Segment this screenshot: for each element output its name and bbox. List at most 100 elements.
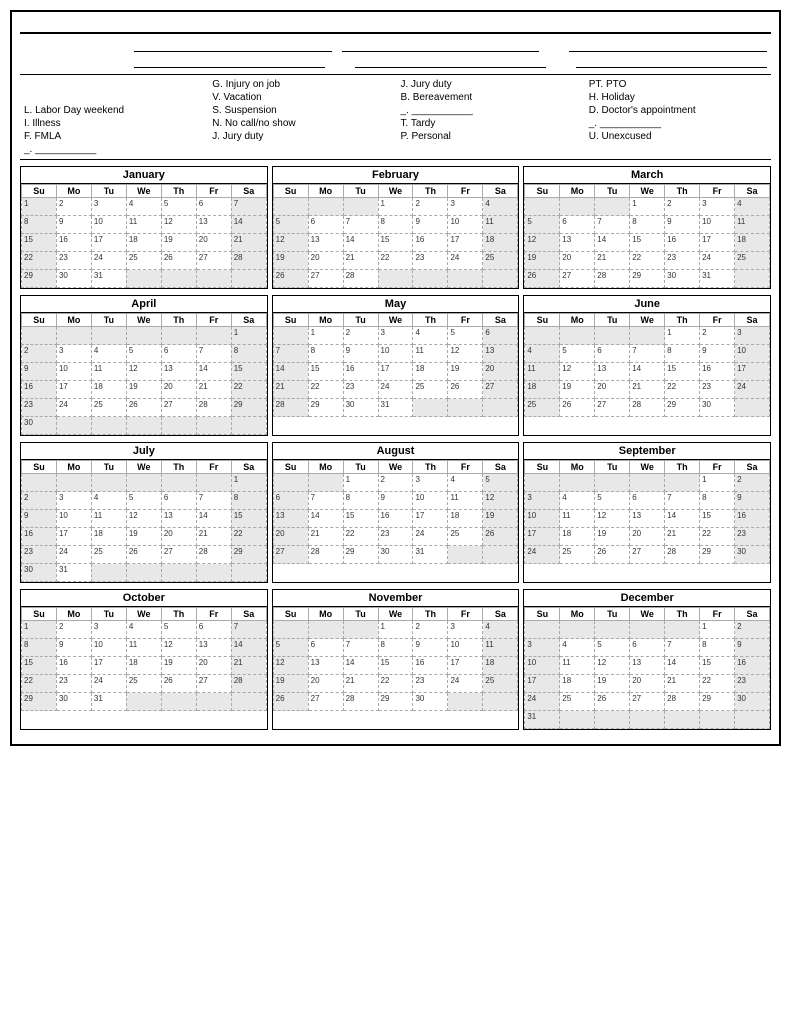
cal-cell[interactable]: 7 <box>231 198 266 216</box>
cal-cell[interactable]: 11 <box>91 363 126 381</box>
cal-cell[interactable]: 11 <box>560 510 595 528</box>
cal-cell[interactable]: 8 <box>22 639 57 657</box>
cal-cell[interactable]: 4 <box>483 198 518 216</box>
cal-cell[interactable]: 30 <box>22 564 57 582</box>
cal-cell[interactable]: 6 <box>196 198 231 216</box>
cal-cell[interactable]: 30 <box>735 546 770 564</box>
cal-cell[interactable]: 6 <box>483 327 518 345</box>
cal-cell[interactable]: 13 <box>630 657 665 675</box>
cal-cell[interactable]: 22 <box>231 381 266 399</box>
cal-cell[interactable] <box>735 399 770 417</box>
cal-cell[interactable]: 7 <box>665 492 700 510</box>
cal-cell[interactable]: 18 <box>483 234 518 252</box>
cal-cell[interactable]: 19 <box>161 657 196 675</box>
cal-cell[interactable]: 16 <box>413 234 448 252</box>
cal-cell[interactable] <box>413 399 448 417</box>
cal-cell[interactable]: 1 <box>700 621 735 639</box>
cal-cell[interactable]: 31 <box>91 270 126 288</box>
cal-cell[interactable]: 10 <box>91 216 126 234</box>
cal-cell[interactable] <box>595 621 630 639</box>
cal-cell[interactable]: 20 <box>161 381 196 399</box>
cal-cell[interactable]: 20 <box>595 381 630 399</box>
cal-cell[interactable]: 11 <box>126 216 161 234</box>
cal-cell[interactable]: 15 <box>378 234 413 252</box>
cal-cell[interactable]: 14 <box>196 363 231 381</box>
cal-cell[interactable]: 30 <box>665 270 700 288</box>
cal-cell[interactable]: 12 <box>595 510 630 528</box>
cal-cell[interactable]: 9 <box>378 492 413 510</box>
cal-cell[interactable] <box>196 327 231 345</box>
cal-cell[interactable]: 5 <box>273 639 308 657</box>
cal-cell[interactable]: 29 <box>630 270 665 288</box>
cal-cell[interactable] <box>665 711 700 729</box>
cal-cell[interactable]: 19 <box>161 234 196 252</box>
cal-cell[interactable]: 12 <box>161 216 196 234</box>
cal-cell[interactable]: 21 <box>196 381 231 399</box>
cal-cell[interactable]: 11 <box>525 363 560 381</box>
cal-cell[interactable] <box>91 327 126 345</box>
cal-cell[interactable]: 6 <box>196 621 231 639</box>
cal-cell[interactable] <box>161 474 196 492</box>
cal-cell[interactable]: 28 <box>273 399 308 417</box>
cal-cell[interactable]: 16 <box>378 510 413 528</box>
cal-cell[interactable]: 22 <box>378 675 413 693</box>
cal-cell[interactable]: 11 <box>483 216 518 234</box>
cal-cell[interactable]: 11 <box>91 510 126 528</box>
employee-name-field[interactable] <box>134 40 332 52</box>
cal-cell[interactable]: 5 <box>595 492 630 510</box>
cal-cell[interactable]: 14 <box>343 234 378 252</box>
cal-cell[interactable]: 26 <box>126 399 161 417</box>
cal-cell[interactable]: 11 <box>735 216 770 234</box>
cal-cell[interactable]: 10 <box>700 216 735 234</box>
cal-cell[interactable]: 31 <box>378 399 413 417</box>
cal-cell[interactable]: 31 <box>525 711 560 729</box>
cal-cell[interactable]: 16 <box>413 657 448 675</box>
cal-cell[interactable]: 23 <box>735 528 770 546</box>
cal-cell[interactable]: 15 <box>308 363 343 381</box>
cal-cell[interactable]: 2 <box>22 492 57 510</box>
cal-cell[interactable]: 12 <box>525 234 560 252</box>
cal-cell[interactable]: 1 <box>700 474 735 492</box>
cal-cell[interactable]: 9 <box>56 216 91 234</box>
cal-cell[interactable]: 2 <box>56 621 91 639</box>
cal-cell[interactable]: 6 <box>308 639 343 657</box>
cal-cell[interactable]: 29 <box>231 399 266 417</box>
cal-cell[interactable]: 16 <box>56 657 91 675</box>
cal-cell[interactable]: 21 <box>231 657 266 675</box>
cal-cell[interactable]: 28 <box>308 546 343 564</box>
cal-cell[interactable]: 25 <box>483 675 518 693</box>
cal-cell[interactable] <box>378 270 413 288</box>
cal-cell[interactable]: 5 <box>273 216 308 234</box>
cal-cell[interactable]: 22 <box>378 252 413 270</box>
cal-cell[interactable] <box>560 474 595 492</box>
cal-cell[interactable]: 30 <box>700 399 735 417</box>
cal-cell[interactable]: 10 <box>448 639 483 657</box>
cal-cell[interactable]: 6 <box>630 492 665 510</box>
cal-cell[interactable]: 20 <box>308 252 343 270</box>
cal-cell[interactable]: 15 <box>700 657 735 675</box>
cal-cell[interactable]: 28 <box>196 399 231 417</box>
cal-cell[interactable]: 29 <box>22 270 57 288</box>
cal-cell[interactable]: 8 <box>22 216 57 234</box>
cal-cell[interactable]: 18 <box>413 363 448 381</box>
cal-cell[interactable]: 16 <box>22 381 57 399</box>
cal-cell[interactable]: 9 <box>700 345 735 363</box>
cal-cell[interactable]: 7 <box>196 492 231 510</box>
cal-cell[interactable]: 15 <box>665 363 700 381</box>
cal-cell[interactable]: 12 <box>126 363 161 381</box>
cal-cell[interactable]: 28 <box>231 252 266 270</box>
cal-cell[interactable] <box>448 693 483 711</box>
cal-cell[interactable] <box>595 711 630 729</box>
cal-cell[interactable] <box>273 474 308 492</box>
cal-cell[interactable]: 14 <box>308 510 343 528</box>
cal-cell[interactable] <box>161 417 196 435</box>
cal-cell[interactable] <box>595 327 630 345</box>
cal-cell[interactable]: 13 <box>273 510 308 528</box>
cal-cell[interactable]: 26 <box>161 252 196 270</box>
cal-cell[interactable]: 27 <box>196 675 231 693</box>
cal-cell[interactable]: 8 <box>231 345 266 363</box>
cal-cell[interactable]: 7 <box>343 639 378 657</box>
cal-cell[interactable]: 27 <box>560 270 595 288</box>
cal-cell[interactable]: 1 <box>22 198 57 216</box>
cal-cell[interactable]: 18 <box>735 234 770 252</box>
